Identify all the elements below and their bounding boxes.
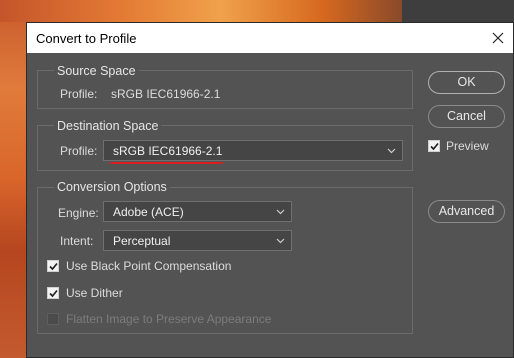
dither-label[interactable]: Use Dither	[66, 286, 123, 300]
chevron-down-icon	[387, 148, 396, 154]
source-profile-value: sRGB IEC61966-2.1	[111, 87, 221, 101]
destination-profile-value: sRGB IEC61966-2.1	[113, 144, 223, 158]
black-point-label[interactable]: Use Black Point Compensation	[66, 259, 231, 273]
source-space-title: Source Space	[54, 64, 139, 78]
source-profile-label: Profile:	[60, 87, 98, 101]
close-icon	[492, 32, 504, 44]
intent-value: Perceptual	[113, 234, 171, 248]
background-image-top	[0, 0, 402, 22]
preview-checkbox[interactable]	[428, 140, 440, 152]
destination-space-title: Destination Space	[54, 119, 162, 133]
destination-profile-select[interactable]: sRGB IEC61966-2.1	[103, 140, 403, 161]
dialog-title: Convert to Profile	[36, 31, 137, 46]
close-button[interactable]	[483, 23, 513, 53]
destination-profile-label: Profile:	[60, 144, 98, 158]
chevron-down-icon	[276, 209, 285, 215]
ok-button[interactable]: OK	[428, 71, 505, 94]
checkmark-icon	[49, 262, 58, 271]
engine-value: Adobe (ACE)	[113, 205, 184, 219]
black-point-checkbox[interactable]	[47, 260, 59, 272]
cancel-button[interactable]: Cancel	[428, 105, 505, 128]
annotation-underline	[110, 162, 223, 164]
flatten-checkbox	[47, 313, 59, 325]
advanced-button[interactable]: Advanced	[428, 200, 505, 223]
chevron-down-icon	[276, 238, 285, 244]
flatten-label: Flatten Image to Preserve Appearance	[66, 312, 272, 326]
engine-label: Engine:	[58, 206, 99, 220]
intent-select[interactable]: Perceptual	[103, 230, 292, 251]
checkmark-icon	[430, 142, 439, 151]
engine-select[interactable]: Adobe (ACE)	[103, 201, 292, 222]
dither-checkbox[interactable]	[47, 287, 59, 299]
intent-label: Intent:	[60, 234, 94, 248]
conversion-options-title: Conversion Options	[54, 180, 170, 194]
preview-label[interactable]: Preview	[446, 139, 489, 153]
checkmark-icon	[49, 289, 58, 298]
dialog-titlebar: Convert to Profile	[27, 23, 513, 53]
convert-to-profile-dialog: Convert to Profile Source Space Profile:…	[26, 22, 514, 358]
